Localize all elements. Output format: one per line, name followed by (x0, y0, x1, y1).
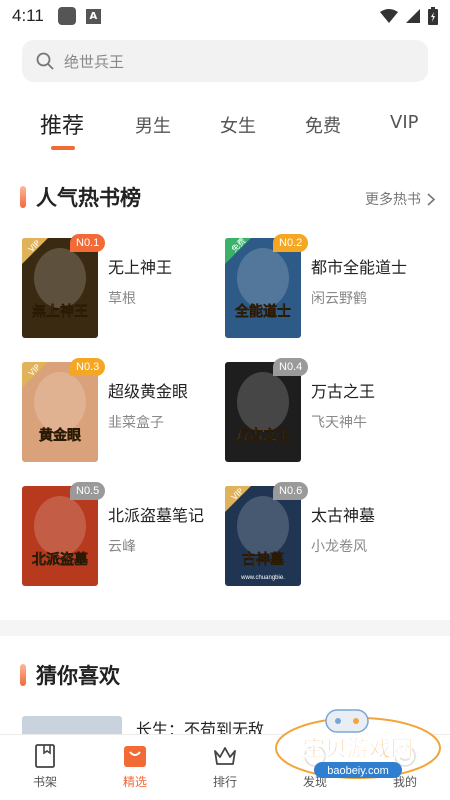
rank-badge: N0.3 (70, 358, 106, 376)
book-cover-art: 万古之王 (234, 372, 291, 444)
nav-featured[interactable]: 精选 (90, 735, 180, 800)
cover-title-text: 万古之王 (234, 427, 291, 444)
tab-recommend[interactable]: 推荐 (40, 108, 84, 140)
watermark-name: 宝贝游戏网 (303, 736, 413, 762)
search-bar[interactable]: 绝世兵王 (22, 40, 428, 82)
tab-male[interactable]: 男生 (135, 112, 171, 138)
nav-bookshelf[interactable]: 书架 (0, 735, 90, 800)
a-icon: A (85, 8, 101, 24)
search-icon (36, 52, 54, 70)
book-title[interactable]: 都市全能道士 (311, 254, 407, 278)
cover-title-text: 古神墓 (242, 551, 285, 568)
hot-book-item[interactable]: VIP 古神墓 www.chuangbie. N0.6 太古神墓 小龙卷风 (225, 482, 435, 588)
app-icon (57, 7, 76, 25)
book-author: 飞天神牛 (311, 415, 367, 431)
chevron-right-icon (427, 192, 436, 206)
rank-badge: N0.6 (273, 482, 309, 500)
hot-book-item[interactable]: VIP 黄金眼 N0.3 超级黄金眼韭菜盒子 (22, 358, 232, 464)
book-author: 草根 (108, 291, 136, 307)
book-cover[interactable]: 北派盗墓 (22, 486, 98, 586)
book-cover-art: VIP無上神王 (22, 238, 88, 320)
more-hot-books-link[interactable]: 更多热书 (365, 189, 436, 209)
book-title[interactable]: 无上神王 (108, 254, 172, 278)
hot-book-item[interactable]: 万古之王 N0.4 万古之王 飞天神牛 (225, 358, 435, 464)
hot-book-item[interactable]: 北派盗墓 N0.5 北派盗墓笔记云峰 (22, 482, 232, 588)
tab-free[interactable]: 免费 (305, 112, 341, 138)
book-author: 韭菜盒子 (108, 415, 164, 431)
status-icons (380, 7, 438, 25)
guess-section-header: 猜你喜欢 (0, 660, 450, 690)
book-author: 闲云野鹤 (311, 291, 367, 307)
rank-badge: N0.5 (70, 482, 106, 500)
book-cover-art: 北派盗墓 (32, 496, 89, 568)
rank-badge: N0.2 (273, 234, 309, 252)
cover-title-text: 無上神王 (32, 303, 88, 320)
book-cover[interactable]: VIP 黄金眼 (22, 362, 98, 462)
book-cover-art: VIP黄金眼 (22, 362, 86, 444)
book-title[interactable]: 北派盗墓笔记 (108, 502, 204, 526)
search-input[interactable]: 绝世兵王 (64, 51, 124, 72)
cover-url-text: www.chuangbie. (240, 575, 285, 581)
book-cover[interactable]: 万古之王 (225, 362, 301, 462)
book-title[interactable]: 超级黄金眼 (108, 378, 188, 402)
wifi-icon (380, 9, 398, 23)
signal-icon (406, 9, 420, 23)
book-cover-art: 免费全能道士 (225, 238, 291, 320)
status-time: 4:11 (12, 6, 44, 25)
section-accent-bar (20, 186, 26, 208)
hot-book-item[interactable]: VIP 無上神王 N0.1 无上神王草根 (22, 234, 232, 340)
guess-book-cover[interactable] (22, 716, 122, 736)
section-divider (0, 620, 450, 636)
book-author: 小龙卷风 (311, 539, 367, 555)
status-bar: 4:11 A (0, 0, 450, 32)
watermark-logo: 宝贝游戏网 baobeiy.com (275, 709, 441, 779)
book-cover[interactable]: VIP 古神墓 www.chuangbie. (225, 486, 301, 586)
section-title: 人气热书榜 (36, 186, 141, 210)
nav-ranking[interactable]: 排行 (180, 735, 270, 800)
bookshelf-icon (35, 744, 55, 768)
rank-badge: N0.1 (70, 234, 106, 252)
cover-title-text: 北派盗墓 (32, 551, 89, 568)
gamepad-icon (325, 709, 369, 733)
nav-label: 书架 (32, 775, 57, 789)
tab-indicator (51, 146, 75, 150)
rank-badge: N0.4 (273, 358, 309, 376)
section-title: 猜你喜欢 (36, 664, 120, 688)
book-author: 云峰 (108, 539, 136, 555)
nav-label: 排行 (212, 775, 237, 789)
hot-section-header: 人气热书榜 更多热书 (0, 182, 450, 212)
section-accent-bar (20, 664, 26, 686)
cover-title-text: 黄金眼 (39, 427, 81, 444)
more-label: 更多热书 (365, 192, 421, 208)
hot-book-item[interactable]: 免费 全能道士 N0.2 都市全能道士闲云野鹤 (225, 234, 435, 340)
category-tabs: 推荐 男生 女生 免费 VIP (0, 104, 450, 152)
nav-label: 精选 (122, 775, 147, 789)
book-cover-art: VIP古神墓www.chuangbie. (225, 486, 289, 581)
cover-title-text: 全能道士 (234, 303, 291, 320)
book-cover[interactable]: VIP 無上神王 (22, 238, 98, 338)
featured-bag-icon (124, 746, 146, 767)
battery-icon (428, 7, 438, 25)
tab-vip[interactable]: VIP (390, 112, 418, 133)
tab-female[interactable]: 女生 (220, 112, 256, 138)
book-cover[interactable]: 免费 全能道士 (225, 238, 301, 338)
crown-icon (214, 747, 236, 765)
book-title[interactable]: 太古神墓 (311, 502, 375, 526)
watermark-url: baobeiy.com (327, 765, 389, 777)
book-title[interactable]: 万古之王 (311, 378, 375, 402)
